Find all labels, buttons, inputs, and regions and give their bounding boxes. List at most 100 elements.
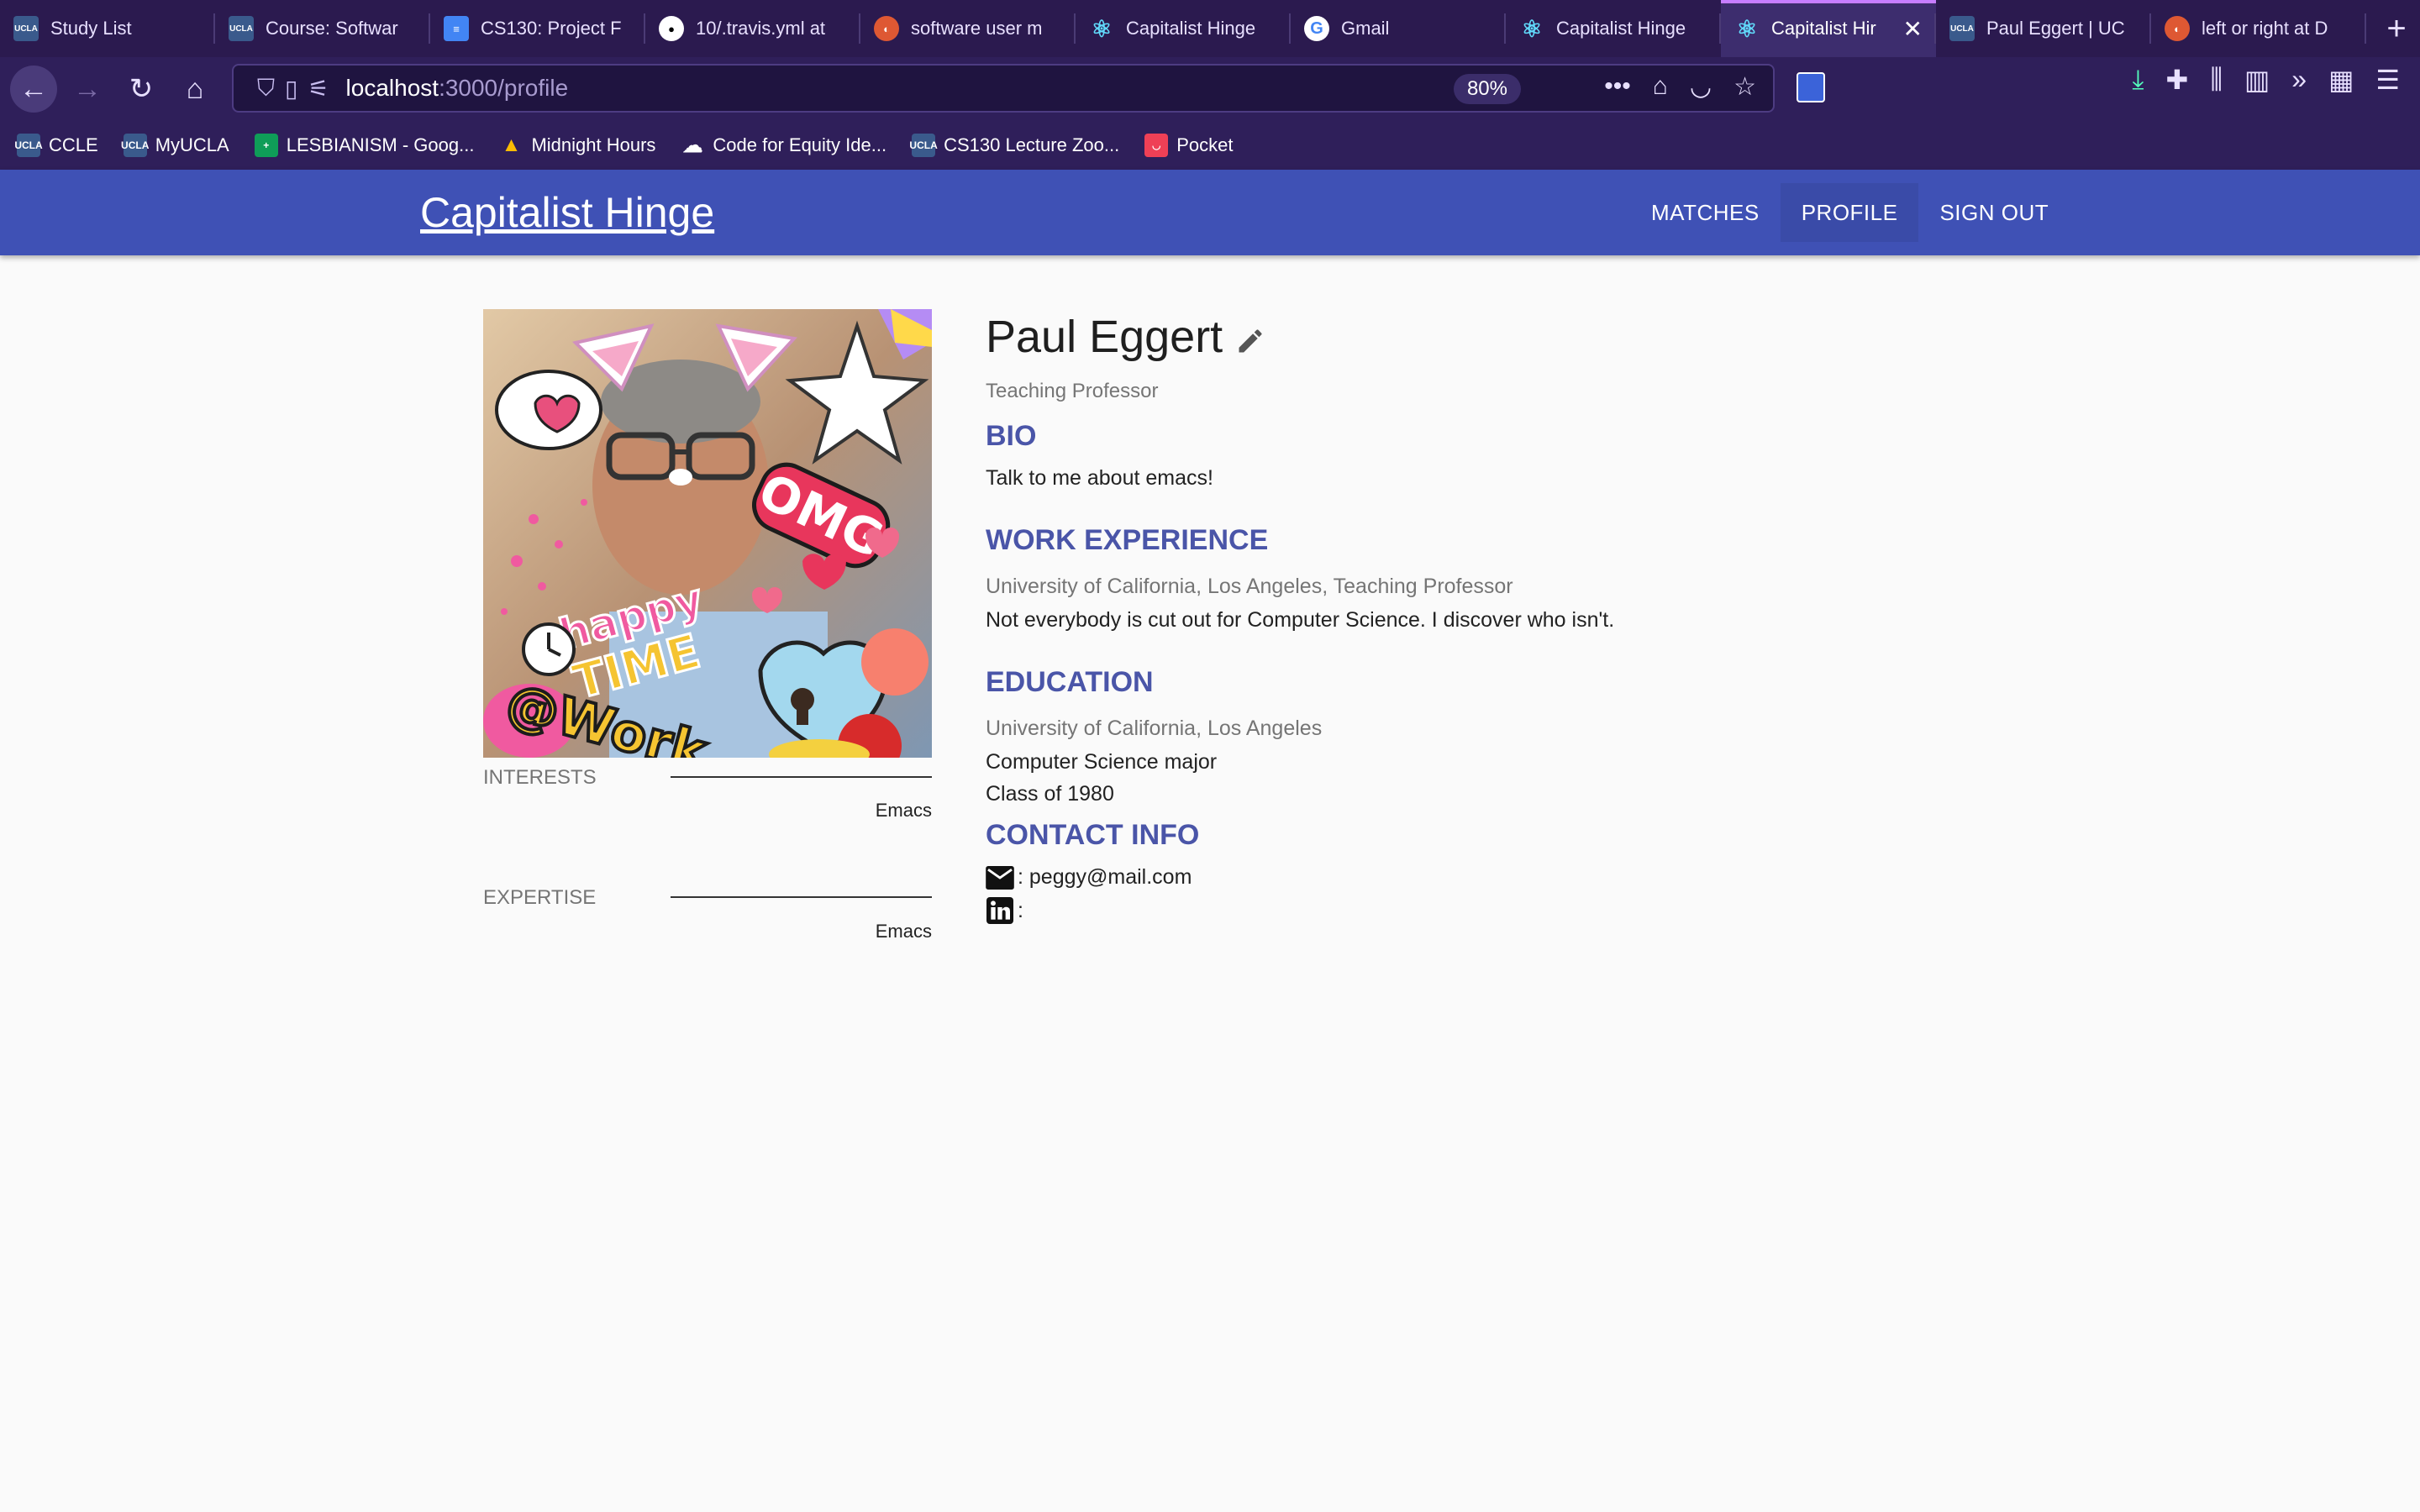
pocket-save-icon[interactable]: ◡ [1690,72,1712,102]
bookmark-midnight-hours[interactable]: ▲ Midnight Hours [499,134,656,157]
tab-label: Capitalist Hir [1771,18,1876,39]
url-text[interactable]: localhost:3000/profile [346,75,569,102]
pocket-icon: ◡ [1144,134,1169,157]
tab-cs130-project[interactable]: ≡ CS130: Project F [430,0,645,57]
downloads-icon[interactable]: ⤓ [2132,64,2144,96]
tab-label: Gmail [1341,18,1390,39]
home-shortcut-icon[interactable]: ⌂ [1653,72,1668,102]
extensions-puzzle-icon[interactable]: ✚ [2166,64,2189,96]
shield-icon[interactable]: ⛉ [257,75,275,102]
work-experience-heading: WORK EXPERIENCE [986,524,1269,556]
interests-divider [671,776,932,778]
new-tab-plus-icon[interactable]: + [2373,0,2420,57]
tab-software-user[interactable]: ◐ software user m [860,0,1076,57]
gift-icon[interactable]: ▦ [2328,64,2354,96]
toolbar-right: ⤓ ✚ ⫼ ▥ » ▦ ☰ [2132,64,2420,96]
page-info-icon[interactable]: ▯ [285,75,297,102]
edit-pencil-icon[interactable] [1235,326,1265,356]
education-class: Class of 1980 [986,782,1114,806]
bio-text: Talk to me about emacs! [986,466,1213,490]
bookmark-star-icon[interactable]: ☆ [1733,72,1756,102]
close-icon[interactable]: ✕ [1903,15,1923,43]
tab-label: Capitalist Hinge [1126,18,1256,39]
home-icon[interactable]: ⌂ [171,66,218,113]
tab-capitalist-hinge-active[interactable]: ⚛ Capitalist Hir ✕ [1721,0,1936,57]
bitwarden-extension-icon[interactable] [1797,72,1825,102]
main-menu: MATCHES PROFILE SIGN OUT [1630,183,2070,242]
work-organization: University of California, Los Angeles, T… [986,575,1513,598]
work-description: Not everybody is cut out for Computer Sc… [986,608,1615,632]
google-drive-icon: ▲ [501,134,522,156]
tab-capitalist-hinge-2[interactable]: ⚛ Capitalist Hinge [1506,0,1721,57]
tab-gmail[interactable]: G Gmail [1291,0,1506,57]
expertise-label: EXPERTISE [483,886,597,909]
duckduckgo-icon: ◐ [2165,16,2190,41]
ucla-icon: UCLA [1949,16,1975,41]
ucla-icon: UCLA [229,16,254,41]
back-arrow-icon[interactable]: ← [10,66,57,113]
zoom-level-badge[interactable]: 80% [1453,74,1521,104]
bio-heading: BIO [986,420,1037,452]
ucla-icon: UCLA [121,134,149,157]
tab-label: Study List [50,18,132,39]
reload-icon[interactable]: ↻ [118,66,165,113]
contact-info-heading: CONTACT INFO [986,819,1200,851]
bookmark-myucla[interactable]: UCLA MyUCLA [121,134,229,157]
bookmark-label: MyUCLA [155,134,229,155]
tab-travis-yml[interactable]: ● 10/.travis.yml at [645,0,860,57]
google-icon: G [1304,16,1329,41]
tab-capitalist-hinge-1[interactable]: ⚛ Capitalist Hinge [1076,0,1291,57]
profile-photo: OMG happy TIME @Work [483,309,932,758]
profile-name: Paul Eggert [986,312,1223,362]
linkedin-icon[interactable] [986,897,1014,924]
education-heading: EDUCATION [986,666,1154,698]
overflow-chevron-icon[interactable]: » [2291,64,2307,96]
library-icon[interactable]: ⫼ [2210,64,2223,96]
google-sheets-icon: + [254,134,278,157]
url-actions: ••• ⌂ ◡ ☆ [1604,72,1756,102]
react-icon: ⚛ [1736,15,1758,42]
brand-link[interactable]: Capitalist Hinge [420,188,714,237]
bookmark-code-for-equity[interactable]: ☁ Code for Equity Ide... [681,134,886,157]
tab-label: Capitalist Hinge [1556,18,1686,39]
tab-left-or-right[interactable]: ◐ left or right at D [2151,0,2366,57]
tab-paul-eggert[interactable]: UCLA Paul Eggert | UC [1936,0,2151,57]
github-icon: ● [659,16,684,41]
react-icon: ⚛ [1091,15,1113,42]
nav-profile[interactable]: PROFILE [1780,183,1919,242]
nav-matches[interactable]: MATCHES [1630,183,1781,242]
contact-linkedin-row: : [986,897,1023,924]
email-icon [986,865,1014,890]
bookmark-label: LESBIANISM - Goog... [286,134,475,155]
google-docs-icon: ≡ [444,16,469,41]
sidebar-icon[interactable]: ▥ [2244,64,2270,96]
cloud-icon: ☁ [682,134,703,157]
bookmark-pocket[interactable]: ◡ Pocket [1144,134,1233,157]
bookmark-lesbianism-sheet[interactable]: + LESBIANISM - Goog... [254,134,475,157]
react-icon: ⚛ [1521,15,1543,42]
interests-value: Emacs [875,800,932,821]
page-actions-icon[interactable]: ••• [1604,72,1631,102]
navigation-toolbar: ← → ↻ ⌂ ⛉ ▯ ⚟ localhost:3000/profile 80%… [0,57,2420,121]
bookmark-cs130-zoom[interactable]: UCLA CS130 Lecture Zoo... [909,134,1119,157]
tab-study-list[interactable]: UCLA Study List [0,0,215,57]
url-bar[interactable]: ⛉ ▯ ⚟ localhost:3000/profile 80% ••• ⌂ ◡… [232,64,1775,113]
bookmark-ccle[interactable]: UCLA CCLE [14,134,98,157]
app-header: Capitalist Hinge MATCHES PROFILE SIGN OU… [0,170,2420,255]
education-major: Computer Science major [986,750,1218,774]
bookmark-label: Pocket [1176,134,1234,155]
hamburger-menu-icon[interactable]: ☰ [2375,64,2400,96]
tab-course-software[interactable]: UCLA Course: Softwar [215,0,430,57]
tab-label: Course: Softwar [266,18,398,39]
contact-email-row: : peggy@mail.com [986,865,1192,890]
bookmark-label: CCLE [49,134,98,155]
nav-sign-out[interactable]: SIGN OUT [1918,183,2070,242]
permissions-icon[interactable]: ⚟ [308,75,329,102]
profile-title: Teaching Professor [986,380,1159,402]
contact-linkedin: : [1018,898,1023,922]
forward-arrow-icon[interactable]: → [64,66,111,113]
duckduckgo-icon: ◐ [874,16,899,41]
expertise-value: Emacs [875,921,932,942]
ucla-icon: UCLA [14,134,43,157]
bookmarks-toolbar: UCLA CCLE UCLA MyUCLA + LESBIANISM - Goo… [0,121,2420,170]
